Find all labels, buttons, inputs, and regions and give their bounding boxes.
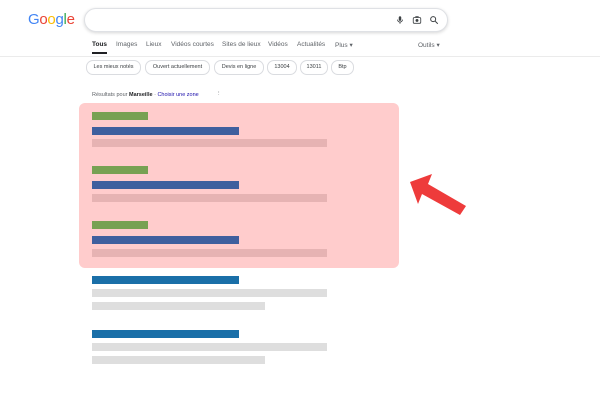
location-city: Marseille (129, 92, 153, 98)
tab-videos[interactable]: Vidéos (268, 41, 288, 48)
result-title-placeholder[interactable] (92, 276, 239, 284)
search-input[interactable] (97, 12, 391, 30)
search-nav-tabs: Tous Images Lieux Vidéos courtes Sites d… (92, 41, 442, 54)
google-logo[interactable]: Google (28, 11, 75, 28)
result-snippet-placeholder (92, 289, 327, 297)
more-options-icon[interactable]: ⋮ (216, 91, 222, 97)
results-location: Résultats pour Marseille · Choisir une z… (92, 91, 222, 98)
active-tab-indicator (92, 52, 107, 54)
search-icon[interactable] (427, 13, 441, 27)
result-url-placeholder[interactable] (92, 166, 148, 174)
result-title-placeholder[interactable] (92, 181, 239, 189)
result-url-placeholder[interactable] (92, 221, 148, 229)
chevron-down-icon: ▾ (436, 42, 440, 49)
chip-13004[interactable]: 13004 (267, 60, 297, 75)
tools-label: Outils (418, 42, 435, 49)
result-title-placeholder[interactable] (92, 127, 239, 135)
result-title-placeholder[interactable] (92, 330, 239, 338)
location-prefix: Résultats pour (92, 92, 129, 98)
search-box[interactable] (84, 8, 448, 32)
camera-lens-icon[interactable] (410, 13, 424, 27)
tab-plus-label: Plus (335, 42, 348, 49)
logo-letter: o (39, 11, 48, 28)
result-url-placeholder[interactable] (92, 112, 148, 120)
logo-letter: e (66, 11, 75, 28)
chevron-down-icon: ▾ (349, 42, 353, 49)
result-snippet-placeholder (92, 249, 327, 257)
tab-videos-courtes[interactable]: Vidéos courtes (171, 41, 214, 48)
choose-zone-link[interactable]: Choisir une zone (157, 92, 198, 98)
result-title-placeholder[interactable] (92, 236, 239, 244)
chip-mieux-notes[interactable]: Les mieux notés (86, 60, 141, 75)
result-snippet-placeholder (92, 139, 327, 147)
tab-lieux[interactable]: Lieux (146, 41, 162, 48)
logo-letter: o (47, 11, 56, 28)
tab-images[interactable]: Images (116, 41, 137, 48)
logo-letter: g (55, 11, 64, 28)
tab-plus[interactable]: Plus ▾ (335, 41, 353, 49)
result-snippet-placeholder (92, 194, 327, 202)
nav-divider (0, 56, 600, 57)
tab-tous[interactable]: Tous (92, 41, 107, 48)
result-snippet-placeholder (92, 356, 265, 364)
chip-devis-en-ligne[interactable]: Devis en ligne (214, 60, 264, 75)
tools-button[interactable]: Outils ▾ (418, 41, 440, 49)
chip-13011[interactable]: 13011 (300, 60, 328, 75)
logo-letter: G (28, 11, 40, 28)
chip-btp[interactable]: Btp (331, 60, 354, 75)
chip-ouvert-actuellement[interactable]: Ouvert actuellement (145, 60, 210, 75)
tab-actualites[interactable]: Actualités (297, 41, 325, 48)
result-snippet-placeholder (92, 302, 265, 310)
mic-icon[interactable] (393, 13, 407, 27)
result-snippet-placeholder (92, 343, 327, 351)
red-arrow-icon (410, 174, 466, 215)
tab-sites-de-lieux[interactable]: Sites de lieux (222, 41, 261, 48)
